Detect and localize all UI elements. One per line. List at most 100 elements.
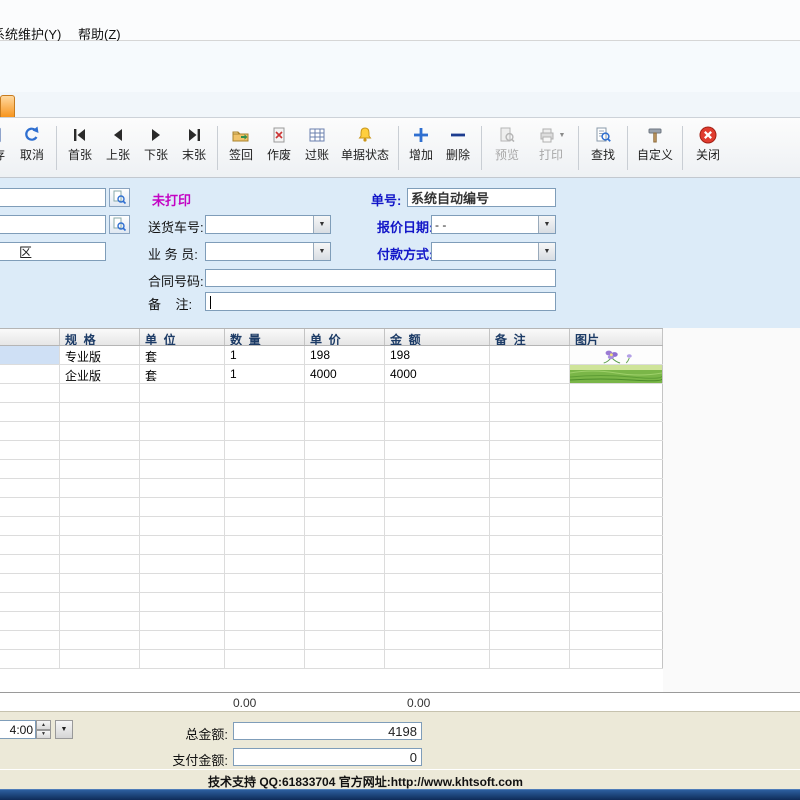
footer-panel: 4:00 ▲ ▼ ▼ 总金额: 支付金额: (0, 711, 800, 769)
cell-qty: 1 (225, 346, 305, 364)
contact-lookup-button[interactable] (109, 215, 130, 234)
cancel-button[interactable]: 取消 (12, 125, 52, 173)
void-button[interactable]: 作废 (260, 125, 298, 173)
cell-empty (0, 403, 60, 421)
delivery-vehicle-combo[interactable]: ▼ (205, 215, 331, 234)
cell-empty (490, 460, 570, 478)
close-button[interactable]: 关闭 (687, 125, 729, 173)
time-dropdown-button[interactable]: ▼ (55, 720, 73, 739)
cell-empty (140, 441, 225, 459)
cell-image-flower-thumbnail[interactable] (570, 346, 663, 364)
table-row-empty[interactable] (0, 555, 663, 574)
grid-column-header-spec[interactable]: 规 格 (60, 329, 140, 345)
grid-right-fill (663, 328, 800, 711)
cell-empty (225, 403, 305, 421)
grass-thumbnail (570, 365, 662, 383)
grid-column-header-remark[interactable]: 备 注 (490, 329, 570, 345)
cell-empty (140, 460, 225, 478)
cell-empty (385, 593, 490, 611)
customer-lookup-button[interactable] (109, 188, 130, 207)
region-field[interactable] (0, 242, 106, 261)
time-field[interactable]: 4:00 (0, 720, 36, 739)
cell-empty (305, 403, 385, 421)
search-document-icon (593, 125, 613, 145)
preview-button: 预览 (486, 125, 528, 173)
find-button[interactable]: 查找 (583, 125, 623, 173)
grid-column-header-amount[interactable]: 金 额 (385, 329, 490, 345)
cell-empty (490, 441, 570, 459)
support-info-text: 技术支持 QQ:61833704 官方网址:http://www.khtsoft… (208, 775, 523, 789)
next-record-button[interactable]: 下张 (137, 125, 175, 173)
ledger-grid-icon (307, 125, 327, 145)
total-amount-field[interactable] (233, 722, 422, 740)
cell-unit: 套 (140, 346, 225, 364)
delete-button[interactable]: 删除 (439, 125, 477, 173)
post-button[interactable]: 过账 (298, 125, 336, 173)
cell-empty (60, 574, 140, 592)
first-record-button[interactable]: 首张 (61, 125, 99, 173)
table-row-empty[interactable] (0, 460, 663, 479)
cell-empty (305, 612, 385, 630)
chevron-down-icon[interactable]: ▼ (538, 216, 555, 233)
grid-column-header-price[interactable]: 单 价 (305, 329, 385, 345)
contract-no-label: 合同号码: (148, 274, 204, 289)
paid-amount-field[interactable] (233, 748, 422, 766)
save-button[interactable]: 保存 (0, 125, 12, 173)
spin-up-button[interactable]: ▲ (36, 720, 51, 730)
table-row-empty[interactable] (0, 631, 663, 650)
cell-empty (140, 536, 225, 554)
chevron-down-icon[interactable]: ▼ (313, 243, 330, 260)
plus-icon (411, 125, 431, 145)
cell-empty (490, 536, 570, 554)
customize-button[interactable]: 自定义 (632, 125, 678, 173)
table-row-empty[interactable] (0, 422, 663, 441)
cell-empty (305, 650, 385, 668)
quote-date-combo[interactable]: - - ▼ (431, 215, 556, 234)
salesman-combo[interactable]: ▼ (205, 242, 331, 261)
toolbar-separator (398, 126, 399, 170)
cell-empty (305, 574, 385, 592)
cell-empty (385, 574, 490, 592)
customer-field[interactable] (0, 188, 106, 207)
last-record-button[interactable]: 末张 (175, 125, 213, 173)
chevron-down-icon[interactable]: ▼ (538, 243, 555, 260)
spin-down-button[interactable]: ▼ (36, 729, 51, 739)
cell-empty (225, 650, 305, 668)
grid-column-header-unit[interactable]: 单 位 (140, 329, 225, 345)
close-label: 关闭 (695, 148, 720, 162)
menu-bar: 系统维护(Y) 帮助(Z) (0, 0, 800, 42)
cell-image-grass-thumbnail[interactable] (570, 365, 663, 383)
table-row-empty[interactable] (0, 574, 663, 593)
table-row[interactable]: 企业版 套 1 4000 4000 (0, 365, 663, 384)
table-row-empty[interactable] (0, 441, 663, 460)
table-row-empty[interactable] (0, 403, 663, 422)
sign-back-button[interactable]: 签回 (222, 125, 260, 173)
minus-icon (448, 125, 468, 145)
grid-column-header-blank[interactable] (0, 329, 60, 345)
grid-column-header-image[interactable]: 图片 (570, 329, 663, 345)
grid-body: 专业版 套 1 198 198 企业版 套 1 4000 4000 (0, 346, 663, 669)
table-row-empty[interactable] (0, 479, 663, 498)
table-row-empty[interactable] (0, 384, 663, 403)
table-row-empty[interactable] (0, 650, 663, 669)
table-row-empty[interactable] (0, 593, 663, 612)
remark-field[interactable] (205, 292, 556, 311)
add-button[interactable]: 增加 (403, 125, 439, 173)
cell-empty (225, 555, 305, 573)
grid-column-header-qty[interactable]: 数 量 (225, 329, 305, 345)
contract-no-field[interactable] (205, 269, 556, 287)
customer-contact-field[interactable] (0, 215, 106, 234)
active-tab-partial[interactable] (0, 95, 15, 117)
table-row[interactable]: 专业版 套 1 198 198 (0, 346, 663, 365)
table-row-empty[interactable] (0, 536, 663, 555)
table-row-empty[interactable] (0, 498, 663, 517)
cell-empty (0, 631, 60, 649)
payment-method-combo[interactable]: ▼ (431, 242, 556, 261)
table-row-empty[interactable] (0, 517, 663, 536)
prev-record-button[interactable]: 上张 (99, 125, 137, 173)
cell-empty (225, 384, 305, 402)
chevron-down-icon[interactable]: ▼ (313, 216, 330, 233)
order-no-field[interactable] (407, 188, 556, 207)
doc-status-button[interactable]: 单据状态 (336, 125, 394, 173)
table-row-empty[interactable] (0, 612, 663, 631)
